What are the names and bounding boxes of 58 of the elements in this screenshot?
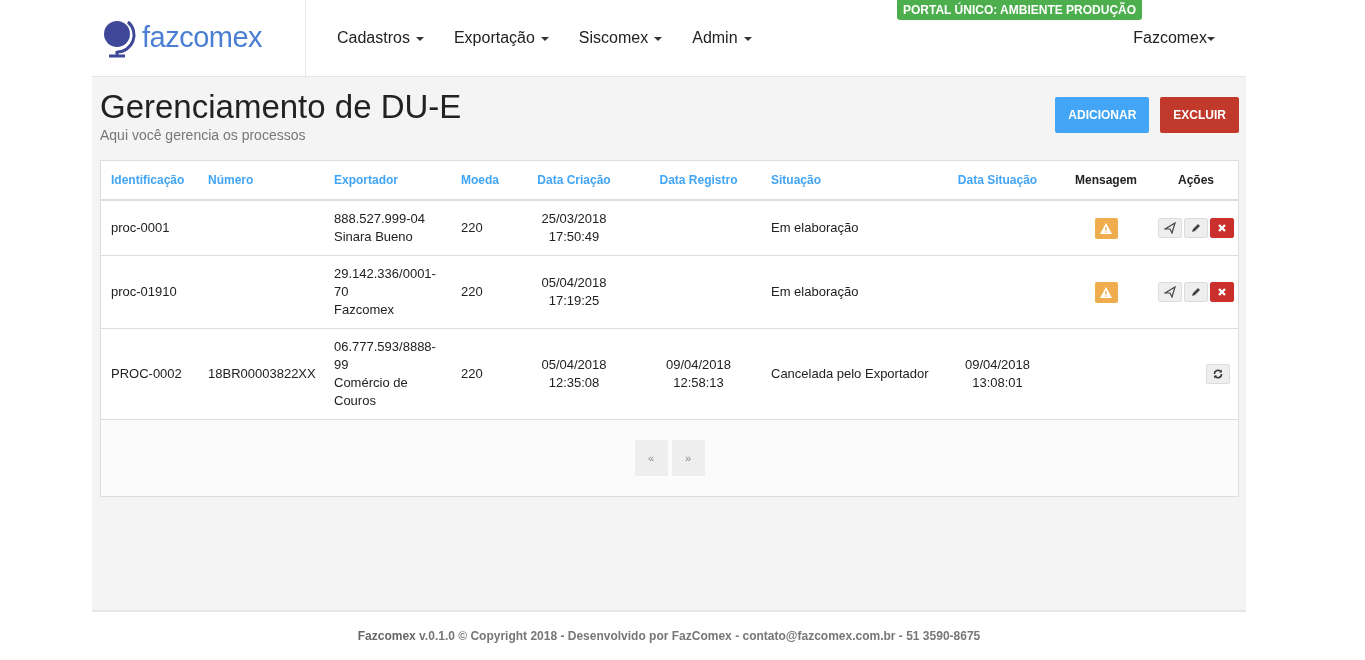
edit-button[interactable] [1184, 217, 1208, 238]
column-header[interactable]: Situação [761, 161, 937, 201]
date-text: 05/04/2018 17:19:25 [541, 275, 607, 309]
exporter-text: 29.142.336/0001-70 Fazcomex [334, 265, 437, 320]
delete-button[interactable]: EXCLUIR [1160, 97, 1239, 133]
table-cell: 18BR00003822XX [198, 328, 324, 420]
warning-icon [1100, 286, 1112, 298]
column-header[interactable]: Moeda [451, 161, 512, 201]
page-title: Gerenciamento de DU-E [100, 89, 462, 126]
refresh-icon [1212, 367, 1224, 380]
date-text: 25/03/2018 17:50:49 [541, 211, 607, 245]
table-cell: 220 [451, 328, 512, 420]
page-subtitle: Aqui você gerencia os processos [100, 126, 307, 146]
table-cell: Em elaboração [761, 255, 937, 329]
environment-badge: PORTAL ÚNICO: AMBIENTE PRODUÇÃO [897, 0, 1143, 20]
next-page-button[interactable]: » [671, 440, 705, 477]
logo[interactable]: fazcomex [100, 16, 263, 60]
send-icon [1164, 285, 1176, 298]
column-header[interactable]: Data Registro [636, 161, 761, 201]
table-cell: proc-0001 [101, 200, 198, 256]
column-header[interactable]: Data Criação [512, 161, 636, 201]
edit-button[interactable] [1184, 281, 1208, 302]
warning-icon [1100, 222, 1112, 234]
date-text: 05/04/2018 12:35:08 [541, 357, 607, 391]
pencil-icon [1190, 221, 1202, 234]
table-cell: Em elaboração [761, 200, 937, 256]
user-menu[interactable]: Fazcomex [1118, 26, 1230, 50]
send-button[interactable] [1158, 217, 1182, 238]
exporter-text: 888.527.999-04 Sinara Bueno [334, 210, 427, 247]
menu-link[interactable]: Admin [677, 26, 767, 50]
table-cell: 220 [451, 255, 512, 329]
add-button[interactable]: ADICIONAR [1055, 97, 1150, 133]
previous-page-button[interactable]: « [634, 440, 668, 477]
delete-button[interactable] [1210, 281, 1234, 302]
delete-button[interactable] [1210, 217, 1234, 238]
table-cell: proc-01910 [101, 255, 198, 329]
column-header: Mensagem [1058, 161, 1154, 201]
menu-link[interactable]: Exportação [438, 26, 564, 50]
refresh-button[interactable] [1206, 363, 1230, 384]
column-header[interactable]: Data Situação [937, 161, 1058, 201]
footer-text: Fazcomex v.0.1.0 © Copyright 2018 - Desenvolvido por FazComex - contato@fazcomex.com.br - 51 3590-8675 [356, 628, 982, 645]
table-cell: 220 [451, 200, 512, 256]
send-button[interactable] [1158, 281, 1182, 302]
date-text: 09/04/2018 12:58:13 [665, 357, 732, 391]
pencil-icon [1190, 285, 1202, 298]
column-header: Ações [1154, 161, 1238, 201]
exporter-text: 06.777.593/8888-99 Comércio de Couros [334, 338, 437, 411]
table-cell: Cancelada pelo Exportador [761, 328, 937, 420]
column-header[interactable]: Exportador [324, 161, 451, 201]
menu-link[interactable]: Siscomex [563, 26, 678, 50]
close-icon [1216, 221, 1228, 234]
table-cell: PROC-0002 [101, 328, 198, 420]
close-icon [1216, 285, 1228, 298]
column-header[interactable]: Número [198, 161, 324, 201]
menu-link[interactable]: Cadastros [322, 26, 439, 50]
send-icon [1164, 221, 1176, 234]
column-header[interactable]: Identificação [101, 161, 198, 201]
date-text: 09/04/2018 13:08:01 [964, 357, 1031, 391]
